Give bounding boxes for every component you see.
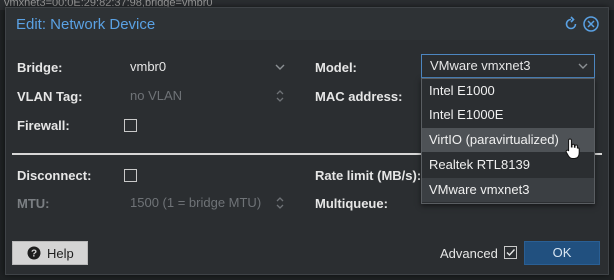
- model-option-vmware-vmxnet3[interactable]: VMware vmxnet3: [422, 178, 594, 202]
- bridge-label: Bridge:: [17, 60, 63, 75]
- mtu-field[interactable]: 1500 (1 = bridge MTU): [121, 191, 292, 215]
- chevron-down-icon[interactable]: [577, 59, 589, 73]
- spinner-icon[interactable]: [274, 89, 286, 103]
- vlan-tag-field[interactable]: no VLAN: [121, 84, 292, 108]
- vlan-tag-placeholder: no VLAN: [130, 88, 183, 103]
- disconnect-label: Disconnect:: [17, 168, 92, 183]
- reset-icon[interactable]: [563, 16, 579, 32]
- model-value: VMware vmxnet3: [430, 58, 531, 73]
- help-button[interactable]: ? Help: [12, 241, 88, 265]
- multiqueue-label: Multiqueue:: [315, 196, 388, 211]
- question-circle-icon: ?: [27, 246, 41, 260]
- edit-network-device-dialog: Edit: Network Device Bridge: vmbr0 VLAN …: [5, 7, 609, 275]
- dialog-titlebar[interactable]: Edit: Network Device: [6, 8, 608, 40]
- spinner-icon[interactable]: [274, 196, 286, 210]
- model-select[interactable]: VMware vmxnet3: [421, 54, 595, 78]
- advanced-checkbox[interactable]: [504, 246, 517, 259]
- dialog-title: Edit: Network Device: [16, 16, 156, 33]
- disconnect-checkbox[interactable]: [124, 169, 137, 182]
- hand-cursor-icon: [565, 138, 581, 160]
- model-label: Model:: [315, 60, 357, 75]
- help-button-label: Help: [47, 246, 74, 261]
- firewall-label: Firewall:: [17, 118, 70, 133]
- mtu-label: MTU:: [17, 196, 50, 211]
- chevron-down-icon[interactable]: [274, 60, 286, 74]
- firewall-checkbox[interactable]: [124, 119, 137, 132]
- svg-text:?: ?: [31, 249, 37, 260]
- vlan-tag-label: VLAN Tag:: [17, 89, 83, 104]
- mtu-placeholder: 1500 (1 = bridge MTU): [130, 195, 262, 210]
- ok-button[interactable]: OK: [524, 241, 600, 265]
- dialog-footer: ? Help Advanced OK: [6, 228, 608, 274]
- mac-address-label: MAC address:: [315, 89, 403, 104]
- bridge-value: vmbr0: [130, 59, 167, 74]
- close-icon[interactable]: [583, 16, 599, 32]
- model-option-intel-e1000[interactable]: Intel E1000: [422, 79, 594, 103]
- bridge-select[interactable]: vmbr0: [121, 55, 292, 79]
- model-option-intel-e1000e[interactable]: Intel E1000E: [422, 103, 594, 127]
- advanced-label: Advanced: [440, 246, 498, 261]
- rate-limit-label: Rate limit (MB/s):: [315, 168, 422, 183]
